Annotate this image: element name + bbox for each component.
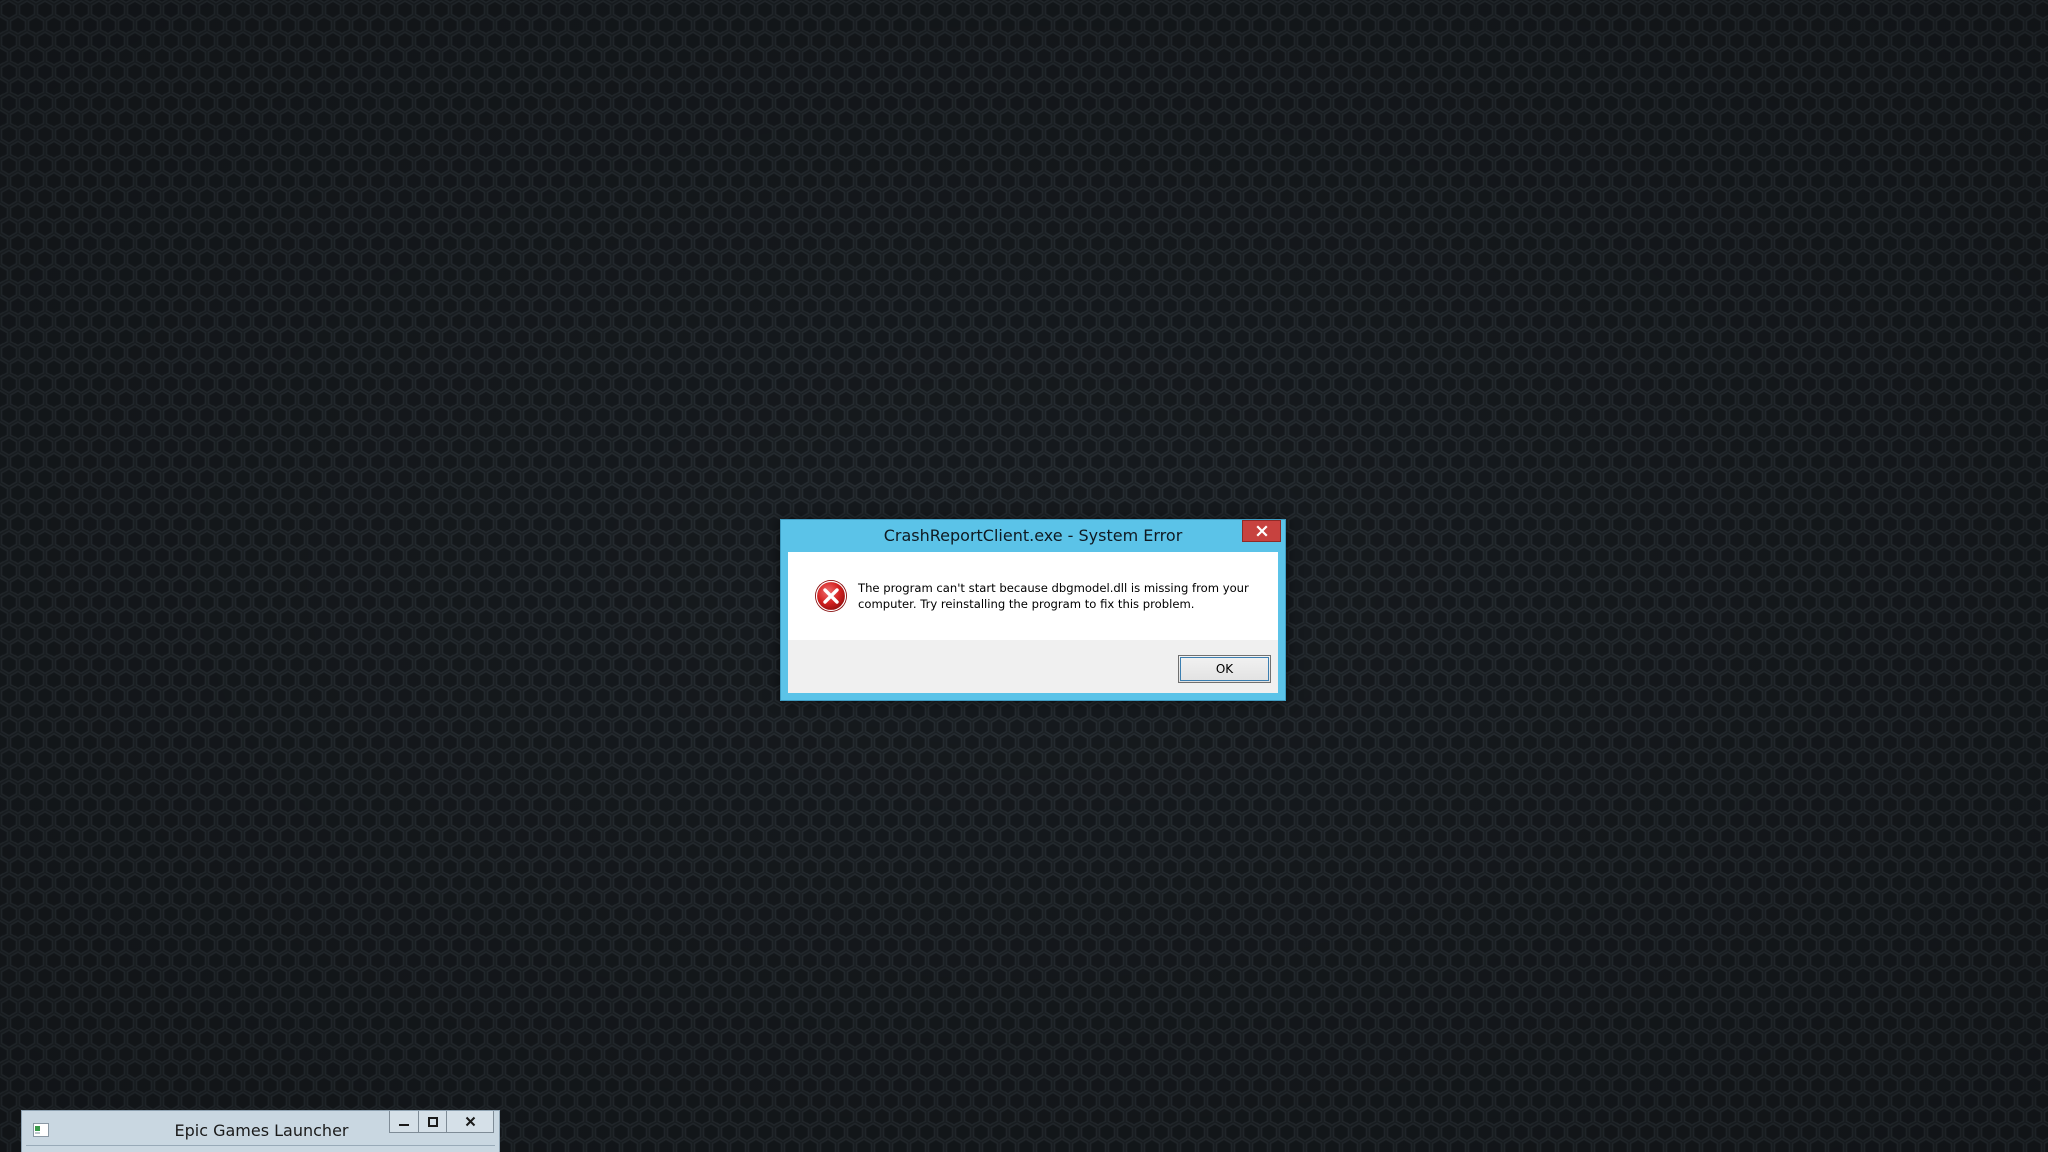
error-message-line: computer. Try reinstalling the program t… (858, 597, 1195, 611)
close-icon (1255, 525, 1268, 537)
maximize-button[interactable] (418, 1111, 447, 1133)
maximize-icon (427, 1116, 438, 1127)
window-frame-edge (26, 1145, 495, 1146)
error-dialog: CrashReportClient.exe - System Error The… (780, 519, 1286, 701)
dialog-titlebar[interactable]: CrashReportClient.exe - System Error (781, 520, 1285, 552)
error-message: The program can't start because dbgmodel… (858, 580, 1258, 612)
close-button[interactable] (446, 1111, 494, 1133)
close-icon (465, 1116, 475, 1127)
ok-button[interactable]: OK (1178, 655, 1271, 683)
minimize-button[interactable] (389, 1111, 419, 1133)
error-icon (815, 580, 847, 612)
dialog-title: CrashReportClient.exe - System Error (883, 526, 1183, 545)
dialog-message-area: The program can't start because dbgmodel… (788, 552, 1278, 640)
minimized-window[interactable]: Epic Games Launcher (21, 1110, 500, 1152)
error-message-line: The program can't start because dbgmodel… (858, 581, 1249, 595)
dialog-client-area: The program can't start because dbgmodel… (788, 552, 1278, 693)
window-controls (389, 1111, 494, 1133)
dialog-close-button[interactable] (1242, 520, 1281, 542)
minimize-icon (399, 1123, 409, 1126)
